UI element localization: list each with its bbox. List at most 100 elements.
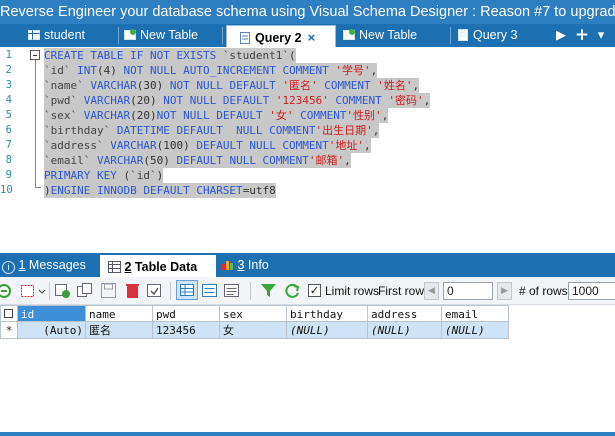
row-marker[interactable]: * [0, 322, 18, 339]
duplicate-row-icon[interactable] [54, 282, 71, 299]
table-cell-name[interactable]: 匿名 [86, 322, 153, 339]
line-number: 8 [5, 154, 12, 166]
add-tab-button[interactable]: + [574, 24, 590, 47]
tab-menu-button[interactable]: ▾ [592, 24, 610, 47]
column-header-name[interactable]: name [86, 305, 153, 322]
code-line-5: `sex` VARCHAR(20)NOT NULL DEFAULT '女' CO… [44, 108, 389, 123]
line-number: 3 [5, 79, 12, 91]
select-all-cell[interactable] [0, 305, 18, 322]
tab-query-3[interactable]: Query 3 [457, 24, 517, 47]
line-number: 9 [5, 169, 12, 181]
grid-view-icon[interactable] [176, 280, 198, 300]
tab-info[interactable]: 3 Info [222, 253, 269, 277]
tab-label: New Table [140, 28, 199, 42]
column-header-address[interactable]: address [368, 305, 442, 322]
line-number: 1 [5, 49, 12, 61]
line-number: 2 [5, 64, 12, 76]
tab-new-table-2[interactable]: New Table [343, 24, 417, 47]
table-icon [28, 26, 40, 40]
select-all-checkbox-icon [4, 309, 13, 318]
table-cell-email[interactable]: (NULL) [442, 322, 509, 339]
delete-icon[interactable] [124, 282, 141, 299]
fold-toggle-icon[interactable] [30, 50, 40, 60]
first-row-label: First row [378, 284, 424, 298]
toolbar-divider [250, 282, 251, 300]
column-header-email[interactable]: email [442, 305, 509, 322]
table-cell-sex[interactable]: 女 [220, 322, 287, 339]
code-line-10: )ENGINE INNODB DEFAULT CHARSET=utf8 [44, 183, 276, 198]
tab-label: Table Data [131, 260, 198, 274]
toolbar-divider [49, 282, 50, 300]
tab-query-2[interactable]: Query 2 × [226, 25, 336, 47]
add-row-icon[interactable] [0, 282, 13, 299]
tab-label: student [44, 28, 86, 42]
text-view-icon[interactable] [223, 282, 240, 299]
column-header-birthday[interactable]: birthday [287, 305, 368, 322]
code-line-3: `name` VARCHAR(30) NOT NULL DEFAULT '匿名'… [44, 78, 420, 93]
tab-new-table-1[interactable]: New Table [124, 24, 198, 47]
code-line-4: `pwd` VARCHAR(20) NOT NULL DEFAULT '1234… [44, 93, 431, 108]
table-cell-address[interactable]: (NULL) [368, 322, 442, 339]
result-grid: id name pwd sex birthday address email *… [0, 305, 615, 436]
line-number: 6 [5, 124, 12, 136]
code-line-1: CREATE TABLE IF NOT EXISTS `student1`( [44, 48, 296, 63]
next-page-button[interactable]: ▶ [497, 282, 512, 300]
fold-guide [35, 60, 36, 187]
column-header-sex[interactable]: sex [220, 305, 287, 322]
tab-divider [222, 27, 223, 44]
toolbar-divider [170, 282, 171, 300]
column-header-id[interactable]: id [18, 305, 86, 322]
column-header-pwd[interactable]: pwd [153, 305, 220, 322]
limit-rows-label: Limit rows [325, 284, 380, 298]
info-chart-icon [222, 254, 234, 278]
code-line-8: `email` VARCHAR(50) DEFAULT NULL COMMENT… [44, 153, 351, 168]
tab-messages[interactable]: i 1 Messages [2, 253, 86, 277]
code-line-9: PRIMARY KEY (`id`) [44, 168, 164, 183]
code-line-6: `birthday` DATETIME DEFAULT NULL COMMENT… [44, 123, 380, 138]
limit-rows-checkbox[interactable]: ✓ [308, 284, 321, 297]
line-number: 10 [0, 184, 13, 196]
new-table-icon [124, 26, 136, 40]
save-icon[interactable] [100, 282, 117, 299]
info-icon: i [2, 261, 15, 274]
table-cell-pwd[interactable]: 123456 [153, 322, 220, 339]
tab-label: Info [244, 258, 269, 272]
query-tab-bar: student New Table Query 2 × New Table Que… [0, 24, 615, 47]
table-cell-birthday[interactable]: (NULL) [287, 322, 368, 339]
code-line-2: `id` INT(4) NOT NULL AUTO_INCREMENT COMM… [44, 63, 378, 78]
tab-student[interactable]: student [28, 24, 85, 47]
first-row-input[interactable]: 0 [443, 282, 493, 300]
sql-editor[interactable]: 1 2 3 4 5 6 7 8 9 10 CREATE TABLE IF NOT… [0, 47, 615, 247]
prev-page-button[interactable]: ◀ [424, 282, 439, 300]
banner-text[interactable]: Reverse Engineer your database schema us… [0, 4, 615, 20]
code-line-7: `address` VARCHAR(100) DEFAULT NULL COMM… [44, 138, 371, 153]
tab-label: New Table [359, 28, 418, 42]
tab-table-data[interactable]: 2 Table Data [100, 255, 216, 277]
tab-label: Messages [25, 258, 86, 272]
line-number: 4 [5, 94, 12, 106]
num-rows-label: # of rows [519, 284, 568, 298]
reset-filter-icon[interactable] [284, 282, 301, 299]
next-tab-button[interactable]: ▶ [552, 24, 570, 47]
tab-label: Query 2 [255, 31, 302, 45]
line-number: 5 [5, 109, 12, 121]
filter-icon[interactable] [260, 282, 277, 299]
tab-divider [118, 27, 119, 44]
copy-row-icon[interactable] [76, 282, 93, 299]
insert-dropdown-icon[interactable] [20, 282, 46, 299]
upgrade-banner[interactable]: Reverse Engineer your database schema us… [0, 0, 615, 24]
new-table-icon [343, 26, 355, 40]
form-view-icon[interactable] [201, 282, 218, 299]
query-icon [457, 26, 469, 41]
status-strip [0, 432, 615, 436]
result-tab-bar: i 1 Messages 2 Table Data 3 Info [0, 253, 615, 277]
refresh-grid-icon[interactable] [146, 282, 163, 299]
fold-guide-end [35, 187, 41, 188]
result-toolbar: ✓ Limit rows First row ◀ 0 ▶ # of rows 1… [0, 277, 615, 305]
line-number: 7 [5, 139, 12, 151]
table-cell-id[interactable]: (Auto) [18, 322, 86, 339]
close-icon[interactable]: × [308, 30, 316, 45]
tab-divider [450, 27, 451, 44]
tab-label: Query 3 [473, 28, 518, 42]
num-rows-input[interactable]: 1000 [568, 282, 615, 300]
